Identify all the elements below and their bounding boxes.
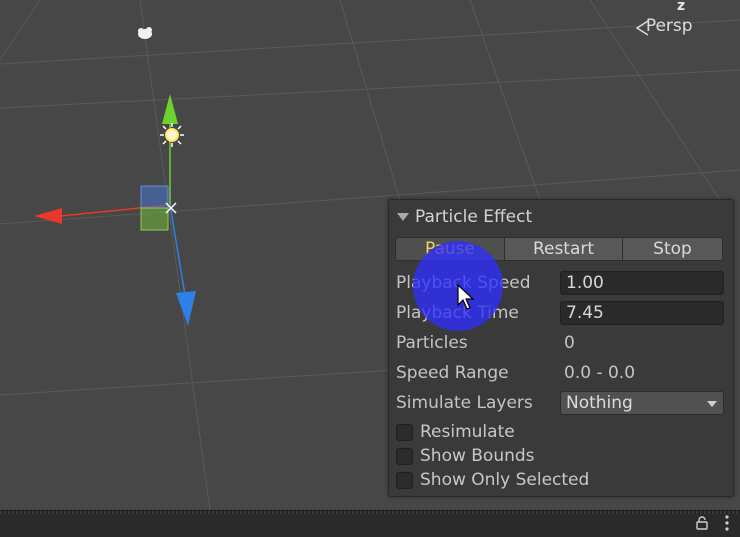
show-bounds-checkbox[interactable] (396, 447, 413, 465)
particles-row: Particles (396, 330, 564, 356)
simulate-layers-value: Nothing (566, 393, 633, 413)
lock-icon[interactable] (695, 516, 709, 530)
status-bar (0, 510, 740, 537)
particle-effect-header[interactable]: Particle Effect (397, 206, 532, 228)
persp-toggle[interactable]: Persp (635, 16, 693, 36)
resimulate-checkbox[interactable] (396, 423, 413, 441)
resimulate-label: Resimulate (420, 422, 515, 442)
mouse-cursor-icon (457, 283, 475, 310)
simulate-layers-row: Simulate Layers (396, 390, 564, 416)
show-only-selected-checkbox-row[interactable]: Show Only Selected (396, 469, 589, 491)
speed-range-value: 0.0 - 0.0 (564, 363, 636, 383)
more-menu-icon[interactable] (724, 514, 730, 532)
simulate-layers-label: Simulate Layers (396, 393, 533, 413)
axis-z-label[interactable]: z (677, 0, 685, 14)
resimulate-checkbox-row[interactable]: Resimulate (396, 421, 515, 443)
show-bounds-label: Show Bounds (420, 446, 535, 466)
particles-value: 0 (564, 333, 575, 353)
simulate-layers-dropdown[interactable]: Nothing (560, 391, 724, 415)
stop-button[interactable]: Stop (623, 237, 723, 261)
show-only-selected-checkbox[interactable] (396, 471, 413, 489)
collapse-triangle-icon (397, 213, 409, 221)
panel-title: Particle Effect (415, 207, 533, 227)
light-icon[interactable] (160, 123, 184, 147)
playback-time-field[interactable]: 7.45 (560, 301, 724, 325)
playback-speed-field[interactable]: 1.00 (560, 271, 724, 295)
speed-range-row: Speed Range (396, 360, 564, 386)
show-only-selected-label: Show Only Selected (420, 470, 590, 490)
speed-range-label: Speed Range (396, 363, 509, 383)
particles-label: Particles (396, 333, 468, 353)
chevron-down-icon (707, 401, 717, 407)
show-bounds-checkbox-row[interactable]: Show Bounds (396, 445, 535, 467)
status-bar-divider (0, 511, 740, 514)
restart-button[interactable]: Restart (505, 237, 623, 261)
persp-label: Persp (645, 16, 693, 36)
